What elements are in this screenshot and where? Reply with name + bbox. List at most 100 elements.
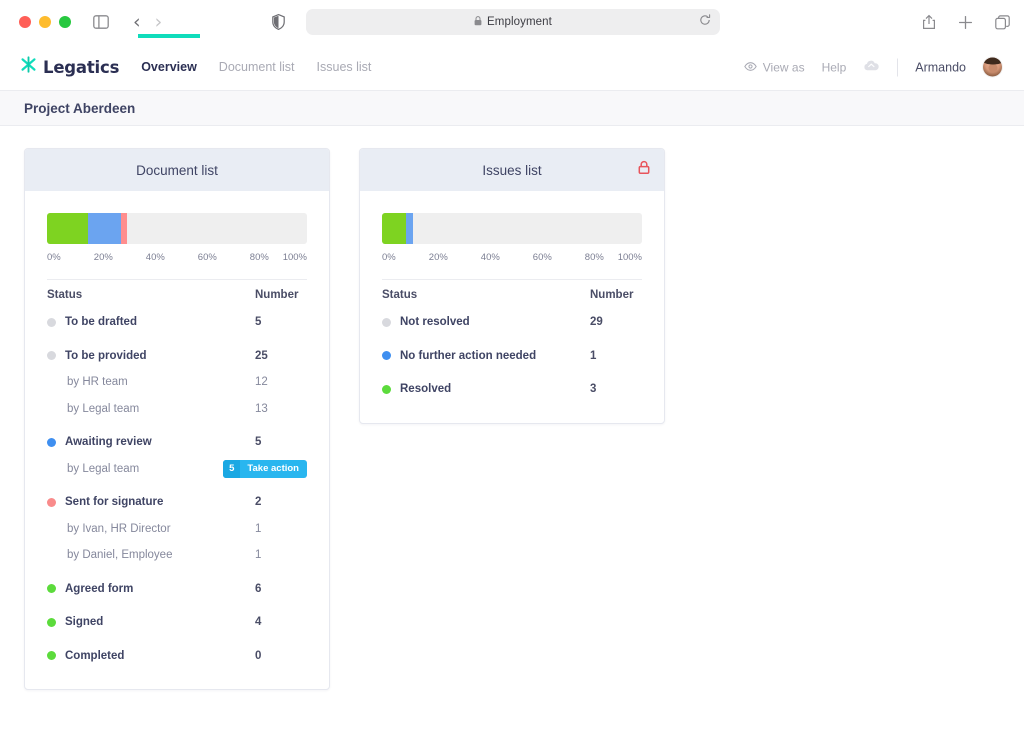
progress-bar xyxy=(47,213,307,244)
status-text: Sent for signature xyxy=(65,496,164,509)
status-sublabel: by Daniel, Employee xyxy=(67,549,173,562)
cloud-icon[interactable] xyxy=(863,58,880,76)
status-text: No further action needed xyxy=(400,349,537,362)
help-button[interactable]: Help xyxy=(822,60,847,74)
table-row[interactable]: Sent for signature 2 xyxy=(47,489,307,516)
forward-button[interactable]: › xyxy=(151,12,167,32)
progress-segment-blue xyxy=(405,213,414,244)
table-row[interactable]: by HR team 12 xyxy=(47,369,307,396)
status-text: To be drafted xyxy=(65,316,137,329)
table-row[interactable]: Resolved 3 xyxy=(382,376,642,403)
close-window-button[interactable] xyxy=(19,16,31,28)
address-bar[interactable]: Employment xyxy=(306,9,720,35)
nav-item-document-list[interactable]: Document list xyxy=(219,44,295,90)
lock-closed-icon[interactable] xyxy=(638,160,650,180)
share-icon[interactable] xyxy=(922,14,936,30)
help-label: Help xyxy=(821,60,847,74)
browser-toolbar-right xyxy=(922,14,1010,30)
take-action-count: 5 xyxy=(223,459,241,478)
issues-list-chart: 0% 20% 40% 60% 80% 100% xyxy=(360,191,664,280)
plus-icon[interactable] xyxy=(958,15,973,30)
avatar[interactable] xyxy=(983,57,1002,77)
axis-tick: 20% xyxy=(428,252,448,263)
status-number: 12 xyxy=(255,376,268,389)
table-row[interactable]: To be drafted 5 xyxy=(47,309,307,336)
sidebar-icon[interactable] xyxy=(93,15,109,29)
table-row[interactable]: Signed 4 xyxy=(47,609,307,636)
axis-tick: 100% xyxy=(282,252,307,263)
nav-item-document-list-label: Document list xyxy=(218,60,295,74)
document-status-table: Status Number To be drafted 5 To be prov… xyxy=(25,280,329,689)
minimize-window-button[interactable] xyxy=(39,16,51,28)
table-row[interactable]: by Legal team 5 Take action xyxy=(47,456,307,483)
status-label: To be provided xyxy=(47,350,255,362)
maximize-window-button[interactable] xyxy=(59,16,71,28)
view-as-button[interactable]: View as xyxy=(744,60,805,74)
table-row[interactable]: Not resolved 29 xyxy=(382,309,642,336)
status-text: To be provided xyxy=(65,349,147,362)
status-dot-green xyxy=(382,384,391,394)
column-header-status: Status xyxy=(47,288,83,301)
axis-tick: 60% xyxy=(197,252,217,263)
status-number: 6 xyxy=(255,582,262,595)
row-spacer xyxy=(47,482,307,489)
axis-tick: 100% xyxy=(617,252,642,263)
status-dot-green xyxy=(47,617,56,627)
address-bar-content: Employment xyxy=(474,13,552,31)
table-row[interactable]: To be provided 25 xyxy=(47,343,307,370)
status-dot-grey xyxy=(382,317,391,327)
progress-axis: 0% 20% 40% 60% 80% 100% xyxy=(47,252,307,274)
axis-tick: 80% xyxy=(584,252,604,263)
status-label: Signed xyxy=(47,616,255,628)
status-text: Completed xyxy=(65,649,125,662)
status-label: Agreed form xyxy=(47,583,255,595)
header-divider xyxy=(897,58,899,76)
nav-item-overview-label: Overview xyxy=(141,60,197,74)
nav-item-issues-list[interactable]: Issues list xyxy=(317,44,372,90)
table-row[interactable]: Awaiting review 5 xyxy=(47,429,307,456)
status-dot-grey xyxy=(47,317,56,327)
status-dot-pink xyxy=(47,497,56,507)
row-spacer xyxy=(382,369,642,376)
table-row[interactable]: Completed 0 xyxy=(47,643,307,670)
status-text: Awaiting review xyxy=(65,436,152,449)
status-number: 4 xyxy=(255,616,262,629)
status-dot-grey xyxy=(47,351,56,361)
progress-segment-green xyxy=(382,213,406,244)
logo-text: Legatics xyxy=(43,57,120,77)
nav-item-issues-list-label: Issues list xyxy=(316,60,372,74)
reload-icon[interactable] xyxy=(699,13,711,31)
header-actions: View as Help Armando xyxy=(744,57,1002,77)
tab-overview-icon[interactable] xyxy=(995,14,1010,30)
shield-icon[interactable] xyxy=(272,14,285,30)
status-text: Agreed form xyxy=(65,582,134,595)
status-number: 3 xyxy=(590,383,597,396)
status-sublabel: by HR team xyxy=(67,376,128,389)
axis-tick: 60% xyxy=(532,252,552,263)
status-label: No further action needed xyxy=(382,350,590,362)
take-action-button[interactable]: 5 Take action xyxy=(223,459,307,478)
status-dot-green xyxy=(47,651,56,661)
table-row[interactable]: Agreed form 6 xyxy=(47,576,307,603)
table-row[interactable]: by Ivan, HR Director 1 xyxy=(47,516,307,543)
axis-tick: 40% xyxy=(480,252,500,263)
status-dot-green xyxy=(47,584,56,594)
app-header: Legatics Overview Document list Issues l… xyxy=(0,34,1024,90)
document-list-card: Document list 0% 20% 40% 60% 80% 100% St… xyxy=(24,148,330,690)
axis-tick: 40% xyxy=(145,252,165,263)
app-logo[interactable]: Legatics xyxy=(20,56,119,78)
status-text: Resolved xyxy=(400,383,452,396)
progress-bar xyxy=(382,213,642,244)
table-row[interactable]: No further action needed 1 xyxy=(382,343,642,370)
user-name[interactable]: Armando xyxy=(915,60,966,74)
status-number: 1 xyxy=(255,549,262,562)
progress-segment-blue xyxy=(87,213,122,244)
table-header-row: Status Number xyxy=(47,280,307,309)
table-row[interactable]: by Daniel, Employee 1 xyxy=(47,542,307,569)
back-button[interactable]: ‹ xyxy=(129,12,145,32)
status-label: Not resolved xyxy=(382,316,590,328)
row-spacer xyxy=(47,336,307,343)
axis-tick: 0% xyxy=(47,252,61,263)
table-row[interactable]: by Legal team 13 xyxy=(47,396,307,423)
nav-item-overview[interactable]: Overview xyxy=(138,34,200,90)
